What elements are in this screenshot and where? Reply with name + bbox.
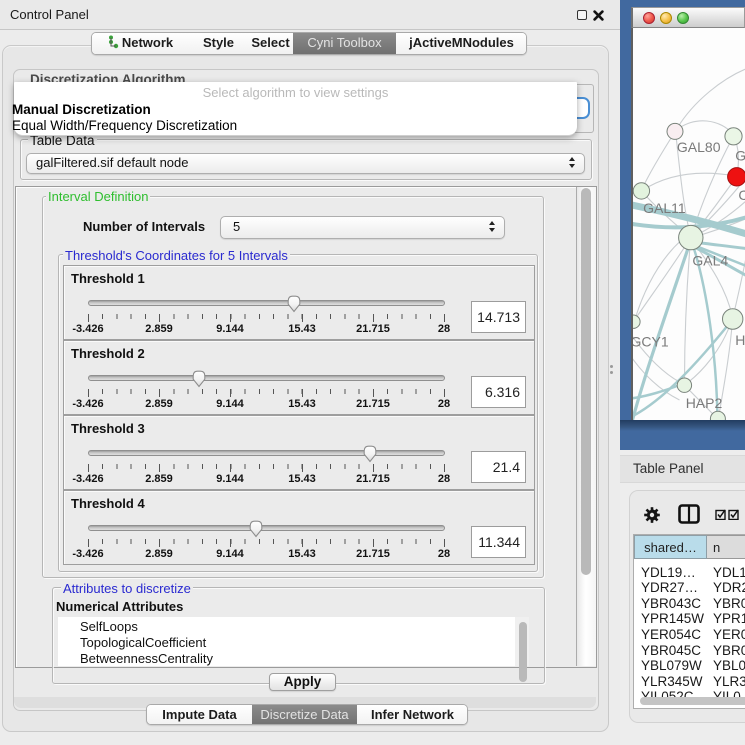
svg-text:C: C (738, 187, 745, 203)
svg-text:GAL4: GAL4 (692, 253, 728, 269)
svg-text:GA: GA (735, 147, 745, 163)
svg-text:GAL11: GAL11 (643, 200, 686, 216)
svg-text:HAP2: HAP2 (686, 395, 723, 411)
svg-text:GAL80: GAL80 (677, 139, 721, 155)
svg-text:GCY1: GCY1 (633, 333, 669, 349)
svg-text:H: H (735, 332, 745, 348)
